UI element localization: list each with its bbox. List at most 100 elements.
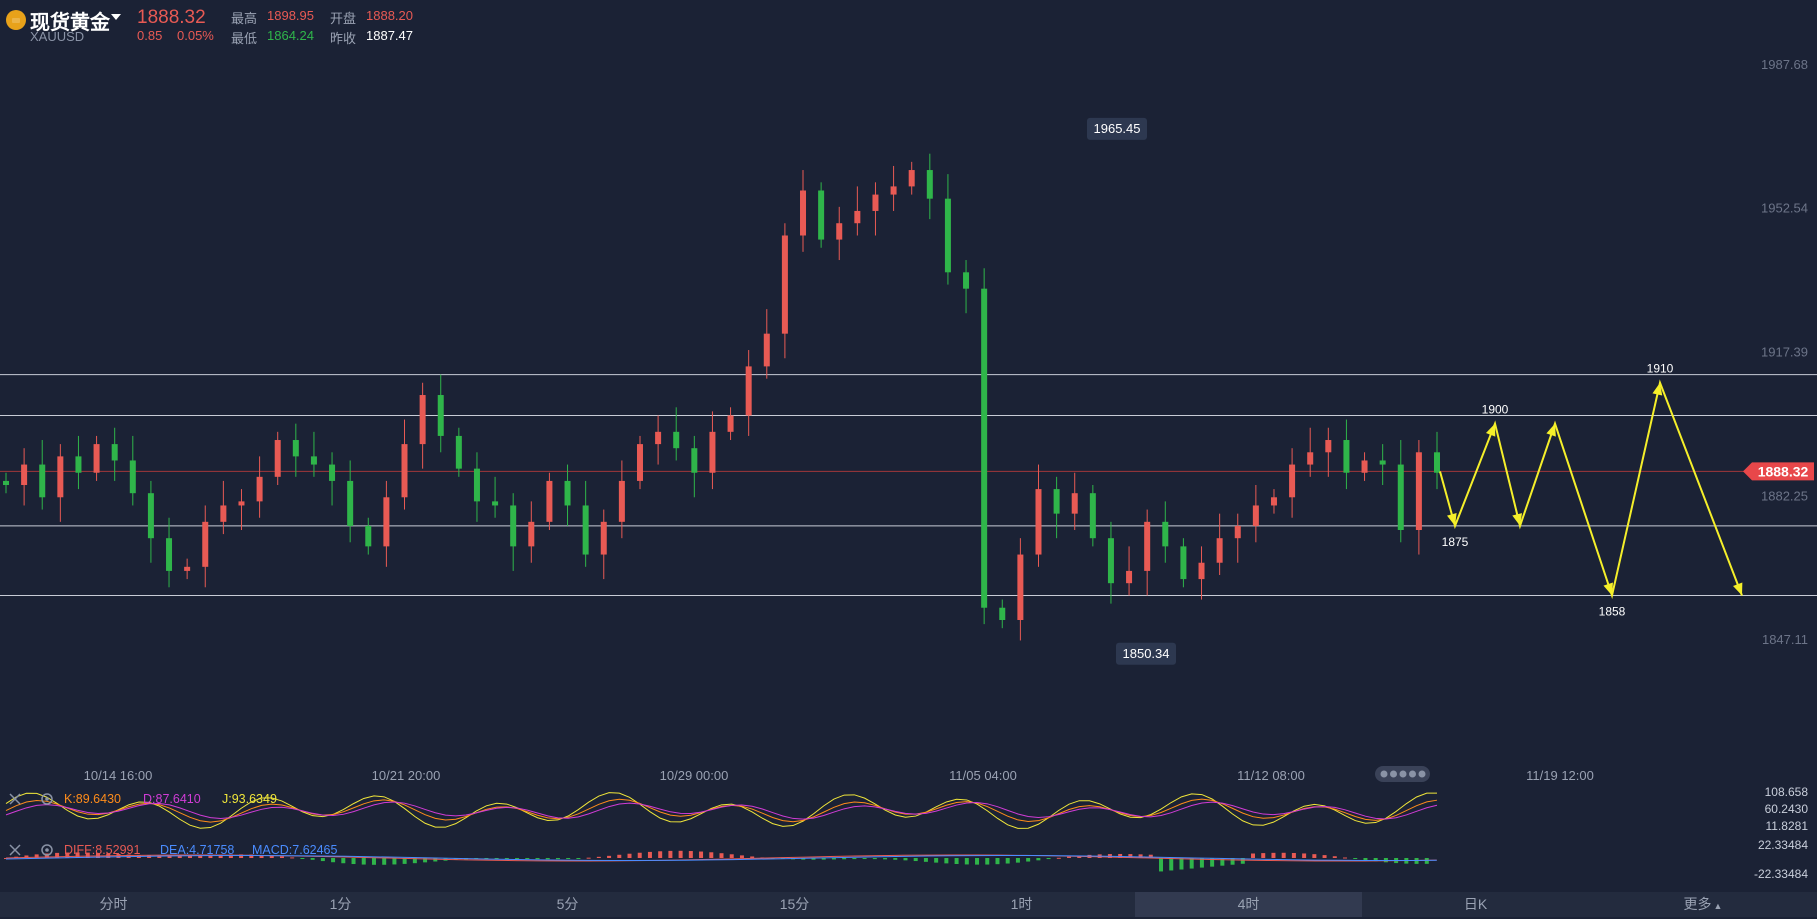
price-axis-label: 1847.11 xyxy=(1762,632,1808,647)
macd-histogram-bar xyxy=(515,858,520,859)
macd-histogram-bar xyxy=(1189,858,1194,869)
macd-histogram-bar xyxy=(709,852,714,858)
candle-body xyxy=(1180,546,1187,580)
macd-histogram-bar xyxy=(852,858,857,860)
candle-body xyxy=(872,194,879,211)
macd-histogram-bar xyxy=(504,858,509,859)
macd-histogram-bar xyxy=(688,851,693,858)
tab-1hour[interactable]: 1时 xyxy=(908,892,1135,917)
candle-body xyxy=(274,440,281,477)
candle-body xyxy=(1325,440,1332,453)
candle-body xyxy=(908,170,915,187)
macd-histogram-bar xyxy=(954,858,959,865)
macd-histogram-bar xyxy=(934,858,939,863)
close-icon[interactable] xyxy=(8,843,22,857)
candle-body xyxy=(800,190,807,236)
close-icon[interactable] xyxy=(8,792,22,806)
macd-histogram-bar xyxy=(320,858,325,862)
time-axis-label: 11/12 08:00 xyxy=(1237,768,1305,783)
candle-body xyxy=(727,415,734,432)
candle-body xyxy=(166,538,173,571)
macd-histogram-bar xyxy=(341,858,346,864)
macd-dea-label: DEA:4.71758 xyxy=(160,843,235,857)
candle-body xyxy=(582,505,589,555)
tab-timeshare[interactable]: 分时 xyxy=(0,892,227,917)
tab-1min[interactable]: 1分 xyxy=(227,892,454,917)
horizontal-levels: 1888.32 xyxy=(0,374,1817,596)
macd-histogram-bar xyxy=(607,855,612,858)
macd-histogram-bar xyxy=(637,852,642,858)
macd-histogram-bar xyxy=(750,856,755,858)
macd-histogram-bar xyxy=(1343,857,1348,859)
candlestick-chart[interactable]: 1888.32 1900187519101858 1987.681952.541… xyxy=(0,0,1817,892)
candle-body xyxy=(473,468,480,502)
macd-histogram-bar xyxy=(1046,858,1051,860)
candle-body xyxy=(329,464,336,481)
candle-body xyxy=(763,333,770,367)
candle-body xyxy=(455,435,462,469)
projection-path: 1900 1875 1910 1858 xyxy=(1439,362,1743,618)
candle-body xyxy=(1089,493,1096,539)
settings-icon[interactable] xyxy=(40,792,54,806)
projection-label: 1900 xyxy=(1482,403,1509,417)
macd-histogram-bar xyxy=(1363,858,1368,861)
tab-5min[interactable]: 5分 xyxy=(454,892,681,917)
macd-histogram-bar xyxy=(995,858,1000,865)
tab-more[interactable]: 更多 ▲ xyxy=(1589,892,1817,917)
macd-axis-label: 22.33484 xyxy=(1758,838,1808,852)
scroll-dot xyxy=(1380,770,1388,778)
macd-histogram-bar xyxy=(739,855,744,858)
macd-histogram-bar xyxy=(964,858,969,865)
macd-histogram-bar xyxy=(893,858,898,860)
macd-histogram-bar xyxy=(862,858,867,860)
candle-body xyxy=(129,460,136,494)
macd-histogram-bar xyxy=(1056,857,1061,859)
macd-histogram-bar xyxy=(719,853,724,858)
extreme-marker-text: 1965.45 xyxy=(1094,121,1141,136)
candle-body xyxy=(673,431,680,449)
projection-arrowhead xyxy=(1485,423,1496,437)
candle-body xyxy=(184,566,191,571)
price-axis-label: 1917.39 xyxy=(1761,345,1808,360)
candle-body xyxy=(926,170,933,199)
candle-body xyxy=(510,505,517,547)
macd-histogram-bar xyxy=(351,858,356,865)
projection-arrowhead xyxy=(1733,582,1743,596)
candle-body xyxy=(1234,525,1241,539)
current-price-tag-text: 1888.32 xyxy=(1758,463,1809,479)
price-axis: 1987.68 1952.54 1917.39 1882.25 1847.11 xyxy=(1761,57,1808,647)
tab-4hour[interactable]: 4时 xyxy=(1135,892,1362,917)
macd-histogram-bar xyxy=(392,858,397,865)
macd-histogram-bar xyxy=(647,851,652,858)
tab-daily[interactable]: 日K xyxy=(1362,892,1589,917)
candle-body xyxy=(981,288,988,608)
macd-histogram-bar xyxy=(831,858,836,860)
macd-histogram-bar xyxy=(1179,858,1184,870)
candles xyxy=(3,153,1440,641)
projection-arrowhead xyxy=(1546,423,1556,437)
scroll-dot xyxy=(1390,770,1397,778)
macd-histogram-bar xyxy=(1271,852,1276,858)
macd-histogram-bar xyxy=(1332,856,1337,858)
candle-body xyxy=(492,501,499,506)
candle-body xyxy=(57,456,64,498)
candle-body xyxy=(1307,452,1314,465)
tab-15min[interactable]: 15分 xyxy=(681,892,908,917)
macd-histogram-bar xyxy=(310,858,315,860)
macd-histogram-bar xyxy=(1159,858,1164,872)
candle-body xyxy=(546,480,553,522)
candle-body xyxy=(854,210,861,224)
candle-body xyxy=(999,607,1006,620)
scroll-dot xyxy=(1418,770,1426,778)
macd-diff-label: DIFF:8.52991 xyxy=(64,843,141,857)
candle-body xyxy=(1144,521,1151,571)
macd-histogram-bar xyxy=(290,857,295,859)
time-axis-label: 10/14 16:00 xyxy=(84,768,153,783)
candle-body xyxy=(147,493,154,539)
candle-body xyxy=(818,190,825,240)
settings-icon[interactable] xyxy=(40,843,54,857)
macd-histogram-bar xyxy=(944,858,949,864)
time-axis-label: 11/19 12:00 xyxy=(1526,768,1594,783)
projection-label: 1910 xyxy=(1647,362,1674,376)
macd-histogram-bar xyxy=(1036,858,1041,861)
